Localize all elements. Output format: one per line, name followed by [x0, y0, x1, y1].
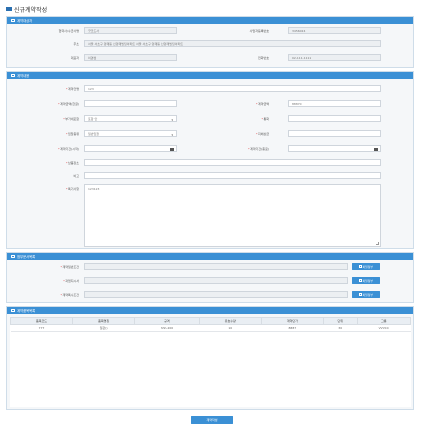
- company-label: 협력사/수급사명: [58, 29, 79, 33]
- bid-type-select[interactable]: 일반입찰 ▾: [84, 130, 177, 137]
- amount-kr-input[interactable]: [84, 100, 177, 107]
- party-header-text: 계약대상자: [17, 19, 33, 23]
- attachments-panel: 첨부문서목록 *계약일반조건 파일첨부 *과업지시서 파일첨부 *계약특수조건 …: [6, 252, 414, 303]
- section-icon: [11, 254, 15, 259]
- items-panel-header: 계약품목목록: [7, 307, 413, 314]
- start-date-input[interactable]: [84, 145, 177, 152]
- delivery-place-label: *납품장소: [65, 161, 79, 165]
- attachments-header-text: 첨부문서목록: [17, 255, 36, 259]
- chevron-down-icon: ▾: [171, 133, 173, 137]
- note-input[interactable]: [84, 172, 381, 179]
- column-header[interactable]: 품목명칭: [72, 317, 136, 325]
- file-icon: [359, 265, 362, 268]
- ceo-field: 이경섭: [84, 54, 177, 61]
- company-field: 굿코드사: [84, 27, 177, 34]
- party-panel: 계약대상자 협력사/수급사명 굿코드사 사업자등록번호 3456024 주소 서…: [6, 16, 414, 68]
- end-date-input[interactable]: [288, 145, 381, 152]
- bizno-label: 사업자등록번호: [249, 29, 269, 33]
- special-textarea[interactable]: 123123: [84, 184, 381, 247]
- attachments-panel-header: 첨부문서목록: [7, 253, 413, 260]
- attachment-field: [84, 291, 348, 298]
- contract-name-input[interactable]: 123: [84, 85, 381, 92]
- ceo-label: 대표자: [70, 56, 79, 60]
- calendar-icon[interactable]: [170, 147, 174, 151]
- bid-type-label: *입찰종류: [65, 132, 79, 136]
- chevron-down-icon: ▾: [171, 118, 173, 122]
- currency-label: *통화: [261, 117, 269, 121]
- items-table: 품목코드 품목명칭 규격 유효수량 계약단가 단위 그룹 777 일관() hh…: [9, 317, 412, 332]
- special-label: *특기사항: [65, 187, 79, 191]
- attachment-field: [84, 263, 348, 270]
- contract-panel: 계약내용 *계약건명 123 *계약금액(한글) *계약금액 88870 *부가…: [6, 71, 414, 249]
- attachment-field: [84, 277, 348, 284]
- items-header-text: 계약품목목록: [17, 309, 36, 313]
- attachment-label: *계약특수조건: [60, 293, 79, 297]
- vat-label: *부가세포함: [63, 117, 79, 121]
- note-label: 비고: [73, 174, 79, 178]
- table-cell: VVVCC: [357, 324, 411, 332]
- delivery-place-input[interactable]: [84, 159, 381, 166]
- items-panel: 계약품목목록 품목코드 품목명칭 규격 유효수량 계약단가 단위 그룹 777 …: [6, 306, 414, 410]
- column-header[interactable]: 단위: [322, 317, 358, 325]
- table-cell: 10: [199, 324, 262, 332]
- address-label: 주소: [73, 42, 79, 46]
- contract-name-label: *계약건명: [65, 87, 79, 91]
- amount-input[interactable]: 88870: [288, 100, 381, 107]
- end-date-label: *계약기간(종료): [248, 147, 269, 151]
- penalty-input[interactable]: [288, 130, 381, 137]
- address-field: 서울 서초구 양재동 신양재빌딩아파트 서울 서초구 양재동 신양재빌딩아파트: [84, 40, 381, 47]
- table-cell: hhh-200: [134, 324, 200, 332]
- section-icon: [11, 308, 15, 313]
- table-cell: 30: [323, 324, 358, 332]
- file-icon: [359, 279, 362, 282]
- vat-select[interactable]: 포함 안 ▾: [84, 115, 177, 122]
- calendar-icon[interactable]: [374, 147, 378, 151]
- start-date-label: *계약기간(시작): [58, 147, 79, 151]
- penalty-label: *지체상금: [255, 132, 269, 136]
- create-contract-button[interactable]: 계약작성: [191, 416, 233, 424]
- section-icon: [11, 18, 15, 23]
- phone-label: 전화번호: [257, 56, 269, 60]
- currency-input[interactable]: [288, 115, 381, 122]
- phone-field: 02-111-1111: [288, 54, 381, 61]
- attachment-label: *과업지시서: [63, 279, 79, 283]
- attach-file-button[interactable]: 파일첨부: [352, 277, 380, 284]
- column-header[interactable]: 계약단가: [260, 317, 324, 325]
- file-icon: [359, 293, 362, 296]
- column-header[interactable]: 규격: [134, 317, 200, 325]
- table-cell: 777: [10, 324, 73, 332]
- page-title: 신규계약작성: [6, 4, 47, 14]
- list-icon: [6, 6, 12, 12]
- contract-panel-header: 계약내용: [7, 72, 413, 79]
- contract-header-text: 계약내용: [17, 74, 30, 78]
- table-cell: 일관(): [72, 324, 135, 332]
- column-header[interactable]: 그룹: [356, 317, 412, 325]
- attachment-label: *계약일반조건: [60, 265, 79, 269]
- table-cell: 8887: [261, 324, 324, 332]
- page-title-text: 신규계약작성: [14, 6, 48, 14]
- column-header[interactable]: 품목코드: [9, 317, 74, 325]
- section-icon: [11, 73, 15, 78]
- attach-file-button[interactable]: 파일첨부: [352, 263, 380, 270]
- amount-label: *계약금액: [255, 102, 269, 106]
- resize-handle[interactable]: [376, 242, 379, 245]
- amount-kr-label: *계약금액(한글): [58, 102, 79, 106]
- party-panel-header: 계약대상자: [7, 17, 413, 24]
- bizno-field: 3456024: [288, 27, 381, 34]
- column-header[interactable]: 유효수량: [198, 317, 262, 325]
- table-row[interactable]: 777 일관() hhh-200 10 8887 30 VVVCC: [10, 324, 411, 332]
- items-table-header: 품목코드 품목명칭 규격 유효수량 계약단가 단위 그룹: [9, 317, 412, 325]
- attach-file-button[interactable]: 파일첨부: [352, 291, 380, 298]
